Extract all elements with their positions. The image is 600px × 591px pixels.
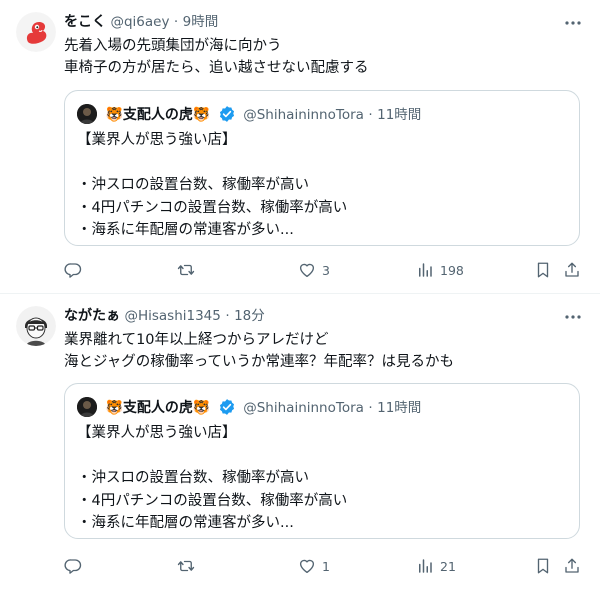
separator-dot: · bbox=[368, 107, 373, 123]
quoted-tweet-text: 【業界人が思う強い店】 ・沖スロの設置台数、稼働率が高い ・4円パチンコの設置台… bbox=[77, 422, 347, 535]
share-icon bbox=[563, 261, 581, 279]
separator-dot: · bbox=[173, 14, 179, 30]
quoted-text-line: ・海系に年配層の常連客が多い... bbox=[77, 222, 294, 238]
bookmark-icon bbox=[534, 261, 552, 279]
tweet-text-line: 海とジャグの稼働率っていうか常連率？年配率？は見るかも bbox=[64, 354, 455, 370]
tweet-text-line: 車椅子の方が居たら、追い越させない配慮する bbox=[64, 60, 369, 76]
share-button[interactable] bbox=[563, 260, 581, 280]
timeline: をこく @qi6aey · 9時間 先着入場の先頭集団が海に向かう 車椅子の方が… bbox=[0, 0, 600, 591]
reply-icon bbox=[64, 557, 82, 575]
retweet-button[interactable] bbox=[177, 556, 195, 576]
quoted-text-line: ・沖スロの設置台数、稼働率が高い bbox=[77, 177, 309, 193]
like-count: 1 bbox=[322, 558, 330, 574]
quoted-text-line: ・4円パチンコの設置台数、稼働率が高い bbox=[77, 199, 348, 216]
bookmark-button[interactable] bbox=[534, 556, 552, 576]
reply-icon bbox=[64, 261, 82, 279]
quoted-author-name[interactable]: 🐯支配人の虎🐯 bbox=[105, 400, 210, 416]
quoted-author-name[interactable]: 🐯支配人の虎🐯 bbox=[105, 107, 210, 123]
retweet-icon bbox=[177, 557, 195, 575]
like-count: 3 bbox=[322, 262, 330, 278]
share-button[interactable] bbox=[563, 556, 581, 576]
quoted-tweet-header: 🐯支配人の虎🐯 @ShihaininnoTora · 11時間 bbox=[77, 397, 421, 417]
tweet[interactable]: をこく @qi6aey · 9時間 先着入場の先頭集団が海に向かう 車椅子の方が… bbox=[0, 0, 600, 294]
tweet-text: 業界離れて10年以上経つからアレだけど 海とジャグの稼働率っていうか常連率？年配… bbox=[64, 329, 454, 373]
timestamp[interactable]: 9時間 bbox=[183, 14, 219, 30]
quoted-text-line bbox=[77, 445, 347, 468]
reply-button[interactable] bbox=[64, 556, 82, 576]
views-button[interactable]: 21 bbox=[416, 556, 456, 576]
quoted-avatar[interactable] bbox=[77, 397, 97, 417]
tweet-header: ながたぁ @Hisashi1345 · 18分 bbox=[64, 306, 265, 326]
quoted-text-line: ・沖スロの設置台数、稼働率が高い bbox=[77, 470, 309, 486]
bookmark-icon bbox=[534, 557, 552, 575]
quoted-timestamp[interactable]: 11時間 bbox=[377, 400, 421, 416]
author-handle[interactable]: @Hisashi1345 bbox=[124, 308, 220, 324]
verified-badge-icon bbox=[218, 105, 236, 129]
views-icon bbox=[416, 557, 434, 575]
like-button[interactable]: 3 bbox=[298, 260, 330, 280]
avatar[interactable] bbox=[16, 12, 56, 52]
verified-badge-icon bbox=[218, 398, 236, 422]
quoted-author-handle[interactable]: @ShihaininnoTora bbox=[243, 107, 364, 123]
author-handle[interactable]: @qi6aey bbox=[110, 14, 169, 30]
views-button[interactable]: 198 bbox=[416, 260, 464, 280]
quoted-tweet[interactable]: 🐯支配人の虎🐯 @ShihaininnoTora · 11時間 【業界人が思う強… bbox=[64, 90, 580, 246]
views-icon bbox=[416, 261, 434, 279]
author-name[interactable]: ながたぁ bbox=[64, 308, 120, 324]
tweet-header: をこく @qi6aey · 9時間 bbox=[64, 12, 218, 32]
quoted-text-line: 【業界人が思う強い店】 bbox=[77, 132, 237, 148]
separator-dot: · bbox=[225, 308, 230, 324]
timestamp[interactable]: 18分 bbox=[234, 308, 265, 324]
like-icon bbox=[298, 557, 316, 575]
quoted-avatar[interactable] bbox=[77, 104, 97, 124]
quoted-timestamp[interactable]: 11時間 bbox=[377, 107, 421, 123]
more-icon[interactable] bbox=[564, 14, 582, 35]
quoted-text-line: ・4円パチンコの設置台数、稼働率が高い bbox=[77, 492, 348, 509]
author-name[interactable]: をこく bbox=[64, 14, 106, 30]
reply-button[interactable] bbox=[64, 260, 82, 280]
bookmark-button[interactable] bbox=[534, 260, 552, 280]
retweet-button[interactable] bbox=[177, 260, 195, 280]
action-bar: 1 21 bbox=[64, 556, 584, 576]
separator-dot: · bbox=[368, 400, 373, 416]
quoted-text-line: ・海系に年配層の常連客が多い... bbox=[77, 515, 294, 531]
views-count: 21 bbox=[440, 558, 456, 574]
avatar[interactable] bbox=[16, 306, 56, 346]
tweet-text-line: 先着入場の先頭集団が海に向かう bbox=[64, 38, 282, 54]
views-count: 198 bbox=[440, 262, 464, 278]
quoted-tweet-header: 🐯支配人の虎🐯 @ShihaininnoTora · 11時間 bbox=[77, 104, 421, 124]
tweet[interactable]: ながたぁ @Hisashi1345 · 18分 業界離れて10年以上経つからアレ… bbox=[0, 294, 600, 591]
share-icon bbox=[563, 557, 581, 575]
tweet-text: 先着入場の先頭集団が海に向かう 車椅子の方が居たら、追い越させない配慮する bbox=[64, 35, 369, 79]
quoted-tweet[interactable]: 🐯支配人の虎🐯 @ShihaininnoTora · 11時間 【業界人が思う強… bbox=[64, 383, 580, 539]
like-button[interactable]: 1 bbox=[298, 556, 330, 576]
like-icon bbox=[298, 261, 316, 279]
tweet-text-line: 業界離れて10年以上経つからアレだけど bbox=[64, 332, 329, 348]
quoted-text-line bbox=[77, 152, 347, 175]
more-icon[interactable] bbox=[564, 308, 582, 329]
quoted-tweet-text: 【業界人が思う強い店】 ・沖スロの設置台数、稼働率が高い ・4円パチンコの設置台… bbox=[77, 129, 347, 242]
quoted-text-line: 【業界人が思う強い店】 bbox=[77, 425, 237, 441]
quoted-author-handle[interactable]: @ShihaininnoTora bbox=[243, 400, 364, 416]
action-bar: 3 198 bbox=[64, 260, 584, 280]
retweet-icon bbox=[177, 261, 195, 279]
